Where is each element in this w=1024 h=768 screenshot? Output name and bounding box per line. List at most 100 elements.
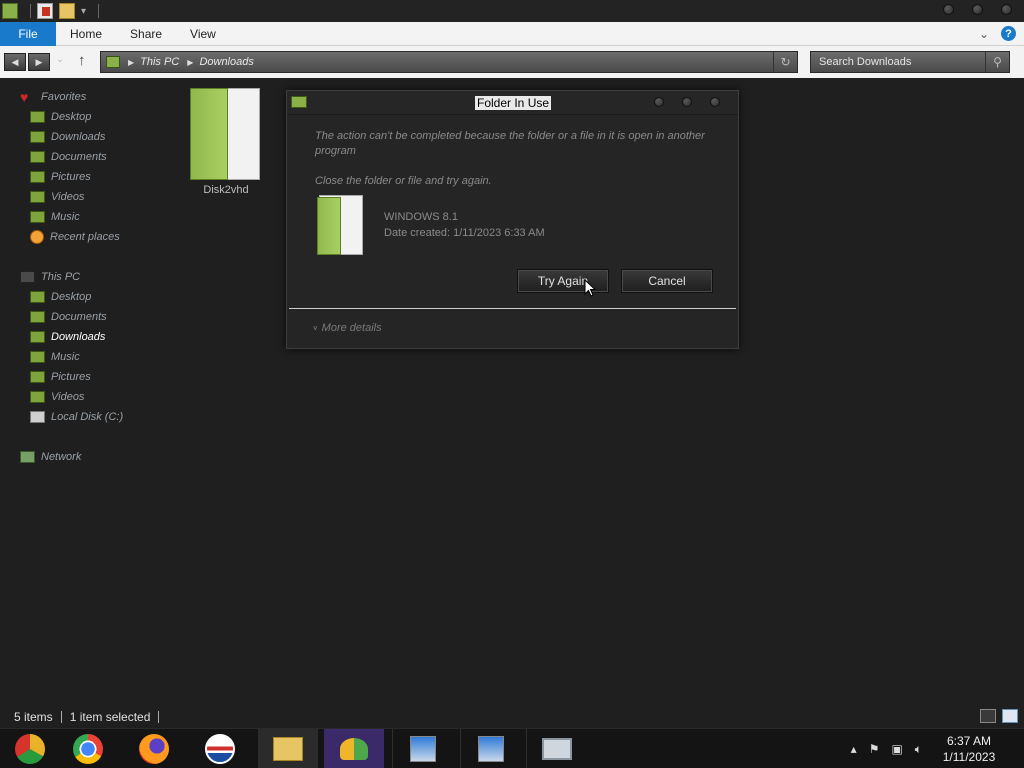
sidebar-item-label: Downloads	[51, 331, 106, 343]
network-status-icon[interactable]: ▣	[891, 742, 902, 756]
sidebar-item-pc-music[interactable]: Music	[30, 347, 80, 367]
sidebar-item-fav-pictures[interactable]: Pictures	[30, 167, 91, 187]
address-bar[interactable]: ▶ This PC ▶ Downloads ↻	[100, 51, 798, 73]
status-bar: 5 items 1 item selected	[0, 706, 1024, 728]
dialog-minimize-button[interactable]	[654, 97, 664, 107]
cancel-button[interactable]: Cancel	[621, 269, 713, 293]
dialog-maximize-button[interactable]	[682, 97, 692, 107]
sidebar-item-label: Favorites	[41, 91, 87, 103]
taskbar-file-explorer-icon[interactable]	[258, 729, 318, 768]
sidebar-item-pc-documents[interactable]: Documents	[30, 307, 107, 327]
sidebar-item-network[interactable]: Network	[20, 447, 81, 467]
minimize-button[interactable]	[943, 4, 954, 15]
forward-button[interactable]: ▶	[28, 53, 50, 71]
back-button[interactable]: ◀	[4, 53, 26, 71]
sidebar-item-this-pc[interactable]: This PC	[20, 267, 80, 287]
dialog-close-button[interactable]	[710, 97, 720, 107]
sidebar-item-label: Music	[51, 351, 80, 363]
videos-icon	[30, 191, 45, 203]
taskbar-blue-circle-logo-icon[interactable]	[190, 729, 250, 768]
show-hidden-icons-icon[interactable]: ▴	[851, 742, 857, 756]
sidebar-item-fav-desktop[interactable]: Desktop	[30, 107, 91, 127]
large-icons-view-icon[interactable]	[1002, 709, 1018, 723]
sidebar-item-pc-pictures[interactable]: Pictures	[30, 367, 91, 387]
clock[interactable]: 6:37 AM 1/11/2023	[934, 733, 1004, 765]
sidebar-item-pc-downloads[interactable]: Downloads	[30, 327, 105, 347]
window-controls	[943, 4, 1012, 15]
sidebar-item-label: Downloads	[51, 131, 106, 143]
recent-places-icon	[30, 230, 44, 244]
more-details-label: More details	[321, 322, 382, 334]
taskbar-monitor-icon[interactable]	[526, 729, 586, 768]
taskbar-firefox-icon[interactable]	[124, 729, 184, 768]
file-item[interactable]: Disk2vhd	[180, 88, 272, 196]
dialog-app-icon	[291, 96, 307, 108]
more-details-toggle[interactable]: ˅ More details	[313, 322, 382, 334]
taskbar-setup-disc-icon[interactable]	[392, 729, 452, 768]
taskbar: ▴ ⚑ ▣ 🔈︎ 6:37 AM 1/11/2023	[0, 728, 1024, 768]
favorites-heart-icon: ♥	[20, 88, 29, 105]
new-folder-icon[interactable]	[59, 3, 75, 19]
recent-locations-chevron-down-icon[interactable]: ⌄	[56, 54, 64, 65]
navigation-bar: ◀ ▶ ⌄ ↑ ▶ This PC ▶ Downloads ↻ Search D…	[0, 46, 1024, 78]
network-icon	[20, 451, 35, 463]
search-input[interactable]: Search Downloads ⚲	[810, 51, 1010, 73]
sidebar-item-label: Local Disk (C:)	[51, 411, 124, 423]
sidebar-item-label: This PC	[41, 271, 81, 283]
action-center-flag-icon[interactable]: ⚑	[869, 742, 880, 756]
sidebar-item-pc-videos[interactable]: Videos	[30, 387, 84, 407]
volume-icon[interactable]: 🔈︎	[915, 742, 922, 757]
taskbar-chrome-canary-icon[interactable]	[0, 729, 60, 768]
sidebar-item-pc-desktop[interactable]: Desktop	[30, 287, 91, 307]
breadcrumb-separator-icon[interactable]: ▶	[187, 58, 193, 67]
location-folder-icon	[106, 56, 120, 68]
taskbar-people-app-icon[interactable]	[324, 729, 384, 768]
status-divider	[158, 711, 160, 723]
tab-share[interactable]: Share	[116, 27, 176, 41]
search-icon[interactable]: ⚲	[985, 52, 1009, 72]
sidebar-item-fav-downloads[interactable]: Downloads	[30, 127, 105, 147]
qat-divider	[30, 4, 31, 18]
breadcrumb-separator-icon[interactable]: ▶	[128, 58, 134, 67]
pictures-icon	[30, 371, 45, 383]
taskbar-setup-disc-icon[interactable]	[460, 729, 520, 768]
help-icon[interactable]: ?	[1001, 26, 1016, 41]
ribbon-tabs: File Home Share View ⌄ ?	[0, 21, 1024, 46]
sidebar-item-favorites[interactable]: ♥ Favorites	[20, 87, 86, 107]
sidebar-item-label: Videos	[51, 391, 85, 403]
desktop-icon	[30, 291, 45, 303]
close-button[interactable]	[1001, 4, 1012, 15]
sidebar-item-fav-music[interactable]: Music	[30, 207, 80, 227]
selection-count: 1 item selected	[69, 710, 151, 724]
tab-file[interactable]: File	[0, 21, 56, 46]
folder-icon	[317, 195, 365, 257]
sidebar-item-local-disk[interactable]: Local Disk (C:)	[30, 407, 123, 427]
dialog-item-date: Date created: 1/11/2023 6:33 AM	[384, 227, 545, 239]
explorer-app-icon[interactable]	[2, 3, 18, 19]
downloads-icon	[30, 131, 45, 143]
expand-ribbon-chevron-down-icon[interactable]: ⌄	[979, 27, 989, 41]
sidebar-item-label: Pictures	[51, 371, 91, 383]
details-view-icon[interactable]	[980, 709, 996, 723]
dialog-title: Folder In Use	[475, 96, 552, 110]
dialog-item-name: WINDOWS 8.1	[384, 211, 458, 223]
sidebar-item-fav-videos[interactable]: Videos	[30, 187, 84, 207]
tab-view[interactable]: View	[176, 27, 230, 41]
up-arrow-icon[interactable]: ↑	[78, 52, 86, 69]
videos-icon	[30, 391, 45, 403]
customize-qat-chevron-down-icon[interactable]: ▾	[81, 6, 86, 17]
refresh-icon[interactable]: ↻	[773, 52, 797, 72]
maximize-button[interactable]	[972, 4, 983, 15]
tab-home[interactable]: Home	[56, 27, 116, 41]
taskbar-chrome-icon[interactable]	[58, 729, 118, 768]
sidebar-item-fav-documents[interactable]: Documents	[30, 147, 107, 167]
sidebar-item-fav-recent-places[interactable]: Recent places	[30, 227, 120, 247]
navigation-pane: ♥ Favorites Desktop Downloads Documents …	[0, 78, 170, 698]
breadcrumb-downloads[interactable]: Downloads	[199, 56, 253, 68]
properties-icon[interactable]	[37, 3, 53, 19]
sidebar-item-label: Desktop	[51, 291, 92, 303]
breadcrumb-this-pc[interactable]: This PC	[140, 56, 179, 68]
clock-time: 6:37 AM	[946, 734, 992, 748]
downloads-icon	[30, 331, 45, 343]
sidebar-item-label: Music	[51, 211, 80, 223]
